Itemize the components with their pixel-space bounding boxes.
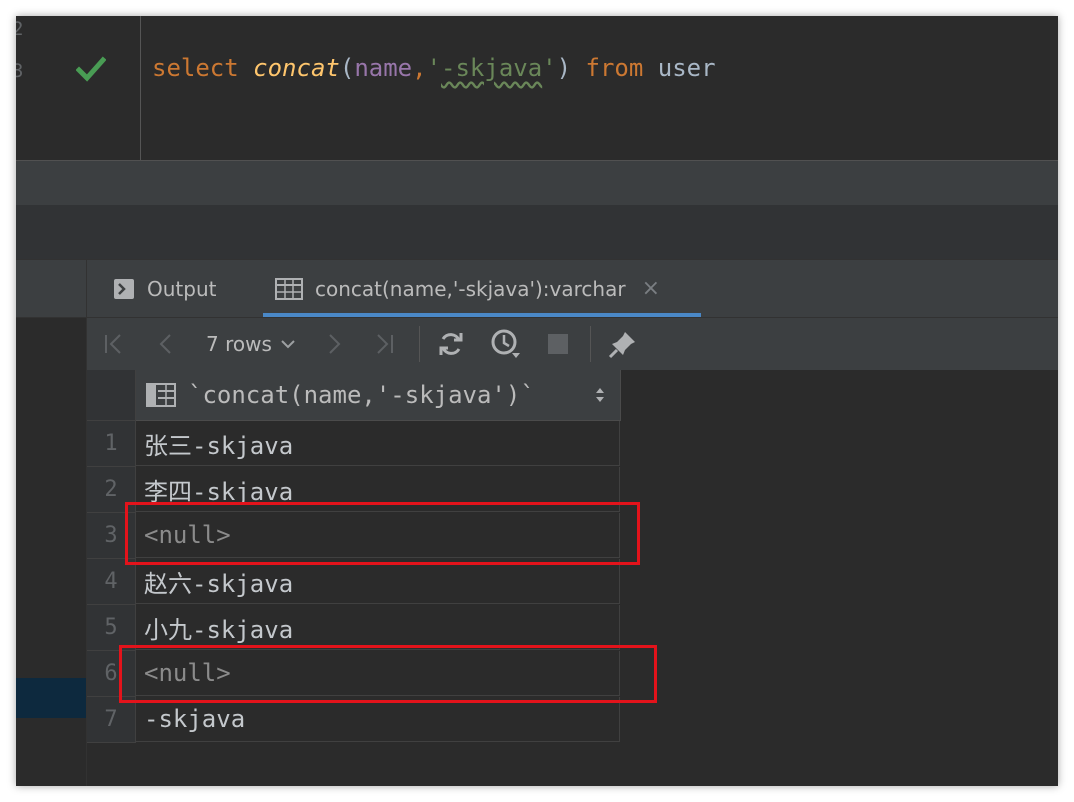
results-tab-bar: Output concat(name,'-skjava'):varchar × [87, 260, 1058, 318]
first-page-icon[interactable] [103, 318, 125, 370]
row-number: 1 [87, 421, 136, 467]
string-literal: -skjava [441, 54, 543, 82]
check-icon [75, 54, 107, 84]
table-row[interactable]: 7 -skjava [87, 697, 621, 743]
editor-status-strip [16, 161, 1058, 205]
null-row-highlight [119, 645, 657, 703]
paren-open: ( [339, 54, 355, 82]
column-header-label: `concat(name,'-skjava')` [188, 381, 535, 409]
history-icon[interactable] [490, 318, 522, 370]
column-header[interactable]: `concat(name,'-skjava')` [136, 370, 621, 421]
paren-close: ) [556, 54, 572, 82]
sql-code-line[interactable]: select concat(name,'-skjava') from user [152, 54, 716, 82]
tab-query-result-label: concat(name,'-skjava'):varchar [315, 276, 626, 301]
row-number: 7 [87, 697, 136, 743]
table-cell[interactable]: 小九-skjava [136, 605, 620, 650]
table-cell[interactable]: 赵六-skjava [136, 559, 620, 604]
column-name: name [354, 54, 413, 82]
services-tree-panel [16, 260, 87, 786]
services-tree-header [16, 260, 86, 318]
keyword-select: select [152, 54, 239, 82]
rows-count: 7 rows [206, 332, 272, 356]
function-concat: concat [253, 54, 340, 82]
tool-window-header [16, 205, 1058, 259]
tab-output[interactable]: Output [113, 260, 216, 317]
line-number: 3 [16, 60, 24, 82]
string-quote-close: ' [542, 54, 557, 82]
gutter-divider [140, 16, 141, 160]
table-row[interactable]: 4 赵六-skjava [87, 559, 621, 605]
sql-editor[interactable]: 2 3 select concat(name,'-skjava') from u… [16, 16, 1058, 160]
string-quote-open: ' [426, 54, 442, 82]
chevron-down-icon [280, 338, 296, 350]
toolbar-separator [590, 326, 591, 362]
refresh-icon[interactable] [437, 318, 465, 370]
next-page-icon[interactable] [325, 318, 343, 370]
table-cell[interactable]: 张三-skjava [136, 421, 620, 466]
tab-output-label: Output [147, 276, 217, 301]
toolbar-separator [419, 326, 420, 362]
column-icon [146, 383, 176, 407]
table-row[interactable]: 1 张三-skjava [87, 421, 621, 467]
row-number: 4 [87, 559, 136, 605]
line-number: 2 [16, 18, 24, 40]
rows-selector[interactable]: 7 rows [206, 318, 296, 370]
table-cell[interactable]: -skjava [136, 697, 620, 742]
results-toolbar: 7 rows [87, 318, 1058, 370]
table-icon [275, 277, 303, 300]
console-icon [113, 278, 135, 300]
grid-corner [87, 370, 136, 421]
keyword-from: from [585, 54, 644, 82]
stop-icon[interactable] [546, 318, 570, 370]
null-row-highlight [125, 502, 640, 565]
last-page-icon[interactable] [373, 318, 395, 370]
active-tab-indicator [263, 313, 701, 317]
comma: , [412, 54, 427, 82]
tab-query-result[interactable]: concat(name,'-skjava'):varchar × [275, 260, 660, 317]
sort-icon[interactable] [594, 385, 606, 405]
close-icon[interactable]: × [642, 276, 660, 301]
services-tree-selected-item[interactable] [16, 678, 86, 718]
prev-page-icon[interactable] [157, 318, 175, 370]
pin-icon[interactable] [608, 318, 638, 370]
table-name: user [657, 54, 716, 82]
